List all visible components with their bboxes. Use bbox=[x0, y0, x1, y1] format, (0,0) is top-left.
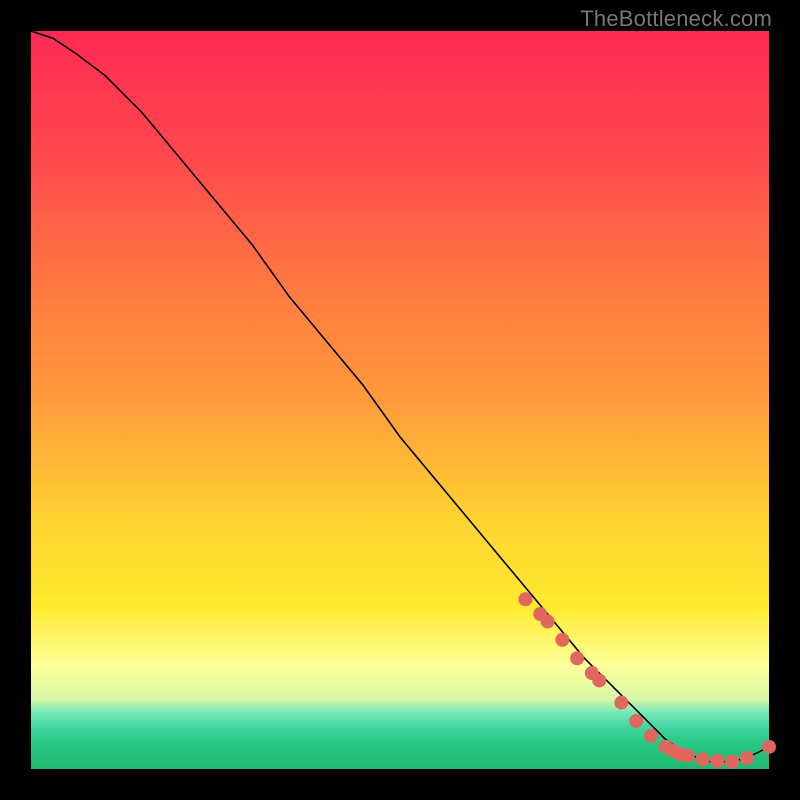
chart-frame: TheBottleneck.com bbox=[0, 0, 800, 800]
marker-point bbox=[710, 754, 724, 768]
marker-point bbox=[518, 592, 532, 606]
highlighted-points bbox=[518, 592, 776, 768]
curve-svg bbox=[31, 31, 769, 769]
marker-point bbox=[541, 614, 555, 628]
plot-area bbox=[31, 31, 769, 769]
marker-point bbox=[629, 714, 643, 728]
watermark-text: TheBottleneck.com bbox=[580, 6, 772, 32]
marker-point bbox=[725, 755, 739, 769]
marker-point bbox=[614, 696, 628, 710]
marker-point bbox=[644, 729, 658, 743]
marker-point bbox=[555, 633, 569, 647]
marker-point bbox=[681, 749, 695, 763]
marker-point bbox=[570, 651, 584, 665]
marker-point bbox=[696, 752, 710, 766]
bottleneck-curve bbox=[31, 31, 769, 762]
marker-point bbox=[592, 673, 606, 687]
marker-point bbox=[762, 740, 776, 754]
marker-point bbox=[740, 751, 754, 765]
